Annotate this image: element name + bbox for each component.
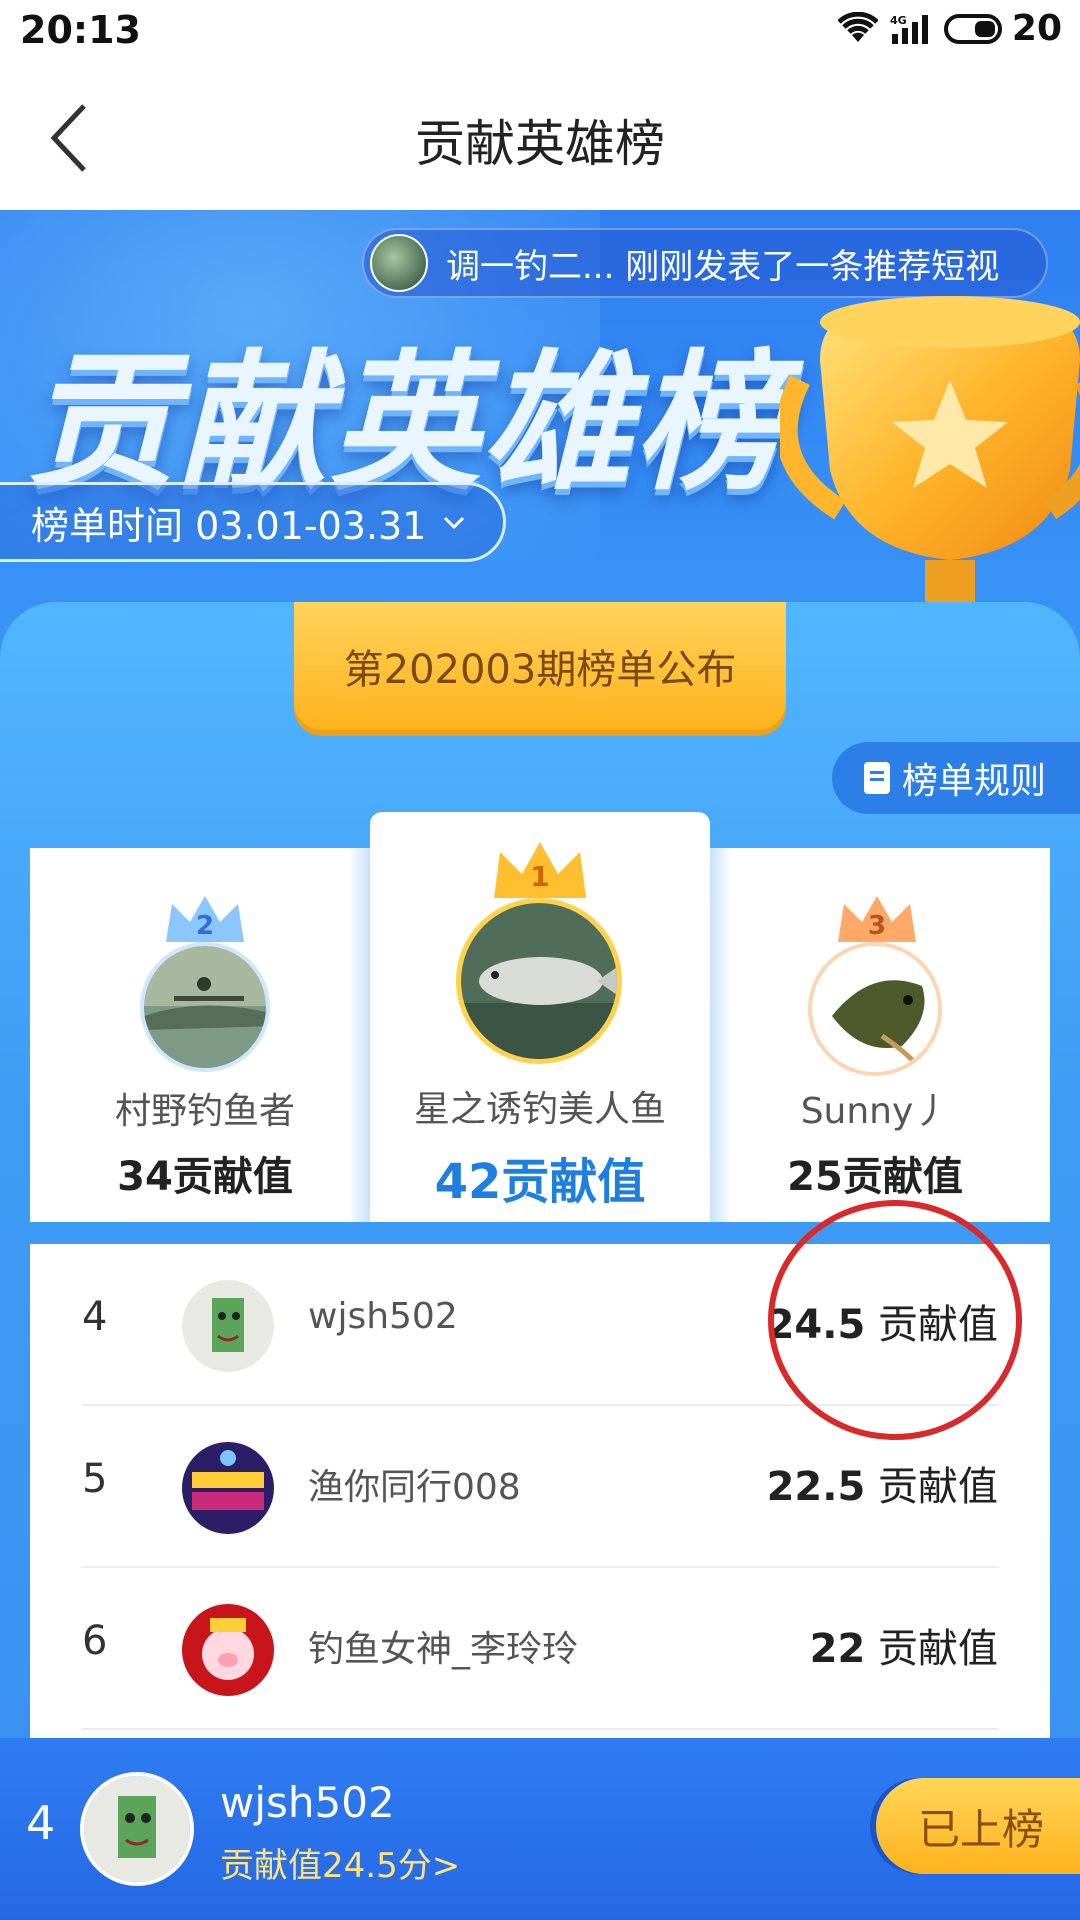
- avatar[interactable]: [182, 1604, 274, 1696]
- my-score-link[interactable]: 贡献值24.5分>: [220, 1838, 460, 1887]
- ranked-status-label: 已上榜: [918, 1804, 1045, 1854]
- crown-gold-icon: 1: [494, 842, 586, 898]
- podium-divider-right: [710, 848, 732, 1222]
- podium-score: 25贡献值: [730, 1144, 1020, 1202]
- row-name: 渔你同行008: [308, 1467, 521, 1508]
- podium-score-unit: 贡献值: [842, 1154, 963, 1200]
- status-time: 20:13: [20, 8, 141, 52]
- hero-banner: 调一钓二... 刚刚发表了一条推荐短视 贡献英雄榜 榜单时间 03.01-03.…: [0, 210, 1080, 1740]
- row-score-value: 22: [809, 1626, 866, 1672]
- my-rank-bar: 4 wjsh502 贡献值24.5分> 已上榜: [0, 1738, 1080, 1920]
- avatar[interactable]: [456, 898, 622, 1064]
- status-bar: 20:13 4G 20: [0, 0, 1080, 62]
- divider: [82, 1728, 998, 1730]
- my-name: wjsh502: [220, 1778, 395, 1827]
- podium-score: 42贡献值: [370, 1142, 710, 1212]
- avatar-image-cartoon: [182, 1280, 274, 1372]
- list-item[interactable]: 6 钓鱼女神_李玲玲 22 贡献值: [30, 1568, 1050, 1730]
- avatar-image-pig: [182, 1604, 274, 1696]
- row-rank: 4: [82, 1294, 108, 1340]
- podium-score: 34贡献值: [60, 1144, 350, 1202]
- avatar-image-cartoon: [84, 1776, 190, 1882]
- row-name: 钓鱼女神_李玲玲: [308, 1629, 579, 1670]
- podium-score-value: 25: [787, 1154, 843, 1200]
- period-label: 榜单时间 03.01-03.31: [31, 503, 427, 548]
- ticker-avatar: [370, 234, 428, 292]
- avatar[interactable]: [182, 1442, 274, 1534]
- podium-divider-left: [348, 848, 370, 1222]
- podium-name: Sunny丿: [800, 1091, 950, 1132]
- avatar[interactable]: [140, 942, 270, 1072]
- signal-icon: 4G: [890, 14, 928, 44]
- leaderboard-panel: 第202003期榜单公布 榜单规则 2 村野钓鱼者 34贡献值 1 星之诱钓美人…: [0, 602, 1080, 1740]
- podium-third[interactable]: Sunny丿 25贡献值: [730, 1082, 1020, 1202]
- rules-label: 榜单规则: [902, 761, 1047, 802]
- row-rank: 6: [82, 1618, 108, 1664]
- podium-name: 村野钓鱼者: [114, 1091, 295, 1132]
- crown-bronze-icon: 3: [838, 896, 916, 942]
- podium-rank-3: 3: [868, 911, 886, 941]
- podium-score-value: 42: [434, 1154, 502, 1210]
- ranked-status-button[interactable]: 已上榜: [876, 1778, 1080, 1874]
- battery-icon: [943, 13, 1002, 44]
- period-selector[interactable]: 榜单时间 03.01-03.31: [0, 482, 506, 562]
- row-rank: 5: [82, 1456, 108, 1502]
- podium-score-unit: 贡献值: [172, 1154, 293, 1200]
- document-icon: [864, 762, 890, 794]
- avatar[interactable]: [182, 1280, 274, 1372]
- my-avatar[interactable]: [80, 1772, 194, 1886]
- row-score: 22.5 贡献值: [767, 1454, 998, 1512]
- my-rank: 4: [26, 1796, 56, 1850]
- podium-score-unit: 贡献值: [501, 1154, 646, 1210]
- chevron-down-icon: [444, 516, 465, 530]
- row-name: wjsh502: [308, 1296, 458, 1337]
- issue-text: 第202003期榜单公布: [343, 647, 737, 693]
- row-score: 22 贡献值: [810, 1616, 998, 1674]
- network-type: 4G: [890, 14, 907, 27]
- issue-banner: 第202003期榜单公布: [294, 602, 786, 730]
- crown-silver-icon: 2: [166, 896, 244, 942]
- battery-level: 20: [1011, 8, 1062, 49]
- nav-bar: 贡献英雄榜: [0, 62, 1080, 210]
- avatar[interactable]: [808, 942, 942, 1076]
- podium-name: 星之诱钓美人鱼: [413, 1089, 666, 1130]
- podium-second[interactable]: 村野钓鱼者 34贡献值: [60, 1082, 350, 1202]
- wifi-icon: [837, 11, 878, 42]
- row-score-unit: 贡献值: [878, 1626, 998, 1672]
- avatar-image-badge: [182, 1442, 274, 1534]
- row-score-value: 22.5: [766, 1464, 866, 1510]
- podium-rank-1: 1: [530, 860, 549, 893]
- podium-first[interactable]: 星之诱钓美人鱼 42贡献值: [370, 1080, 710, 1212]
- status-icons: 4G 20: [837, 8, 1062, 49]
- podium-score-value: 34: [117, 1154, 173, 1200]
- row-score-unit: 贡献值: [878, 1464, 998, 1510]
- rules-button[interactable]: 榜单规则: [832, 742, 1080, 814]
- page-title: 贡献英雄榜: [415, 115, 665, 173]
- podium-rank-2: 2: [196, 911, 214, 941]
- annotation-circle: [768, 1200, 1022, 1440]
